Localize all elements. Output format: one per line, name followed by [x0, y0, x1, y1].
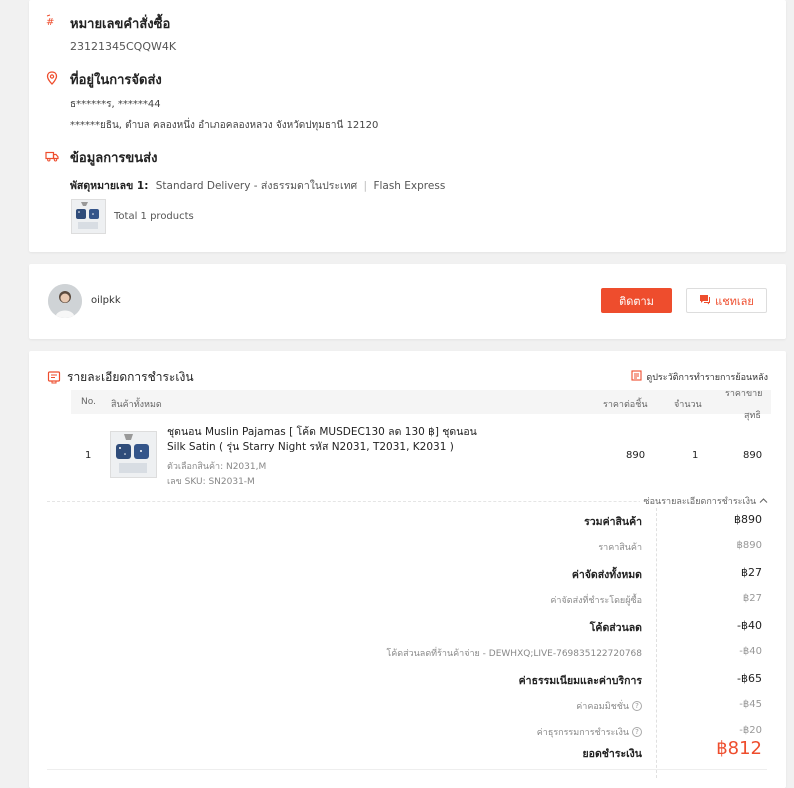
chat-button[interactable]: แชทเลย: [686, 288, 767, 313]
order-number: 23121345CQQW4K: [70, 40, 177, 53]
svg-text:#: #: [46, 17, 54, 28]
help-icon[interactable]: ?: [632, 701, 642, 711]
summary-label-text: ค่าจัดส่งที่ชำระโดยผู้ซื้อ: [550, 596, 642, 606]
summary-label: ค่าจัดส่งที่ชำระโดยผู้ซื้อ: [550, 593, 642, 607]
chevron-up-icon: [759, 497, 768, 507]
col-qty: จำนวน: [674, 400, 702, 410]
summary-value: -฿45: [739, 699, 762, 710]
summary-label: โค้ดส่วนลด: [590, 619, 642, 636]
order-number-title: หมายเลขคำสั่งซื้อ: [70, 17, 171, 32]
col-products: สินค้าทั้งหมด: [111, 400, 162, 410]
summary-label-text: โค้ดส่วนลด: [589, 622, 642, 634]
history-link-label: ดูประวัติการทำรายการย้อนหลัง: [646, 373, 768, 383]
address-line: ******ยธิน, ตำบล คลองหนึ่ง อำเภอคลองหลวง…: [70, 120, 379, 131]
summary-label-text: ค่าจัดส่งทั้งหมด: [571, 569, 642, 581]
product-variant: ตัวเลือกสินค้า: N2031,M: [167, 462, 267, 472]
shipping-title: ข้อมูลการขนส่ง: [70, 151, 158, 166]
location-pin-icon: [45, 70, 59, 85]
parcel-label: พัสดุหมายเลข 1:: [70, 180, 149, 192]
parcel-info: พัสดุหมายเลข 1: Standard Delivery - ส่งธ…: [70, 177, 445, 194]
product-thumbnail-small: [71, 199, 106, 234]
item-unit-price: 890: [626, 450, 646, 461]
summary-label-text: ราคาสินค้า: [598, 543, 642, 553]
summary-label-text: โค้ดส่วนลดที่ร้านค้าจ่าย - DEWHXQ;LIVE-7…: [386, 649, 642, 659]
summary-label: ค่าคอมมิชชั่น?: [576, 699, 642, 713]
summary-value: ฿890: [736, 540, 762, 551]
summary-label-text: รวมค่าสินค้า: [584, 516, 642, 528]
summary-label: ราคาสินค้า: [598, 540, 642, 554]
summary-value: -฿40: [737, 619, 762, 632]
item-qty: 1: [692, 450, 699, 461]
summary-vertical-divider: [656, 508, 657, 778]
summary-label-text: ค่าคอมมิชชั่น: [576, 702, 629, 712]
summary-label: ค่าธุรกรรมการชำระเงิน?: [537, 725, 642, 739]
col-no: No.: [81, 397, 96, 407]
separator: |: [363, 180, 368, 192]
delivery-method: Standard Delivery - ส่งธรรมดาในประเทศ: [155, 180, 358, 192]
summary-value: -฿20: [739, 725, 762, 736]
payment-card: รายละเอียดการชำระเงิน ดูประวัติการทำรายก…: [29, 351, 786, 788]
summary-label: ค่าจัดส่งทั้งหมด: [572, 566, 642, 583]
address-name-phone: ธ******ร, ******44: [70, 99, 161, 110]
product-name-line2[interactable]: Silk Satin ( รุ่น Starry Night รหัส N203…: [167, 438, 454, 455]
summary-value: ฿27: [742, 593, 762, 604]
follow-button[interactable]: ติดตาม: [601, 288, 672, 313]
item-net: 890: [743, 450, 763, 461]
total-value: ฿812: [716, 738, 762, 759]
shop-name[interactable]: oilpkk: [91, 295, 121, 306]
shop-card: oilpkk ติดตาม แชทเลย: [29, 264, 786, 339]
history-link[interactable]: ดูประวัติการทำรายการย้อนหลัง: [631, 370, 768, 384]
summary-label-text: ค่าธรรมเนียมและค่าบริการ: [518, 675, 642, 687]
chat-label: แชทเลย: [715, 294, 754, 308]
bottom-divider: [47, 769, 767, 770]
payment-receipt-icon: [47, 369, 61, 388]
hash-icon: #: [45, 13, 59, 28]
col-net-price-1: ราคาขาย: [725, 389, 763, 399]
carrier-name: Flash Express: [373, 180, 446, 192]
truck-icon: [45, 148, 59, 162]
history-icon: [631, 370, 642, 384]
summary-value: ฿27: [741, 566, 762, 579]
summary-label: โค้ดส่วนลดที่ร้านค้าจ่าย - DEWHXQ;LIVE-7…: [386, 646, 642, 660]
summary-label-text: ค่าธุรกรรมการชำระเงิน: [536, 728, 629, 738]
product-sku: เลข SKU: SN2031-M: [167, 477, 255, 487]
table-row: 1 ชุดนอน Muslin Pajamas [ โค้ด MUSDEC130…: [71, 419, 771, 489]
order-info-card: # หมายเลขคำสั่งซื้อ 23121345CQQW4K ที่อย…: [29, 0, 786, 252]
avatar[interactable]: [48, 284, 82, 318]
help-icon[interactable]: ?: [632, 727, 642, 737]
payment-title: รายละเอียดการชำระเงิน: [67, 370, 194, 384]
product-thumbnail[interactable]: [110, 431, 157, 478]
col-unit-price: ราคาต่อชิ้น: [603, 400, 648, 410]
summary-value: -฿65: [737, 672, 762, 685]
hide-details-label: ซ่อนรายละเอียดการชำระเงิน: [643, 497, 757, 507]
address-title: ที่อยู่ในการจัดส่ง: [70, 73, 162, 88]
summary-label: รวมค่าสินค้า: [584, 513, 642, 530]
summary-value: -฿40: [739, 646, 762, 657]
hide-details-toggle[interactable]: ซ่อนรายละเอียดการชำระเงิน: [639, 494, 768, 508]
item-no: 1: [85, 450, 92, 461]
total-label: ยอดชำระเงิน: [582, 748, 642, 760]
total-products: Total 1 products: [114, 211, 194, 222]
chat-icon: [699, 294, 711, 308]
summary-value: ฿890: [734, 513, 762, 526]
summary-label: ค่าธรรมเนียมและค่าบริการ: [519, 672, 642, 689]
table-header: No. สินค้าทั้งหมด ราคาต่อชิ้น จำนวน ราคา…: [71, 389, 771, 421]
